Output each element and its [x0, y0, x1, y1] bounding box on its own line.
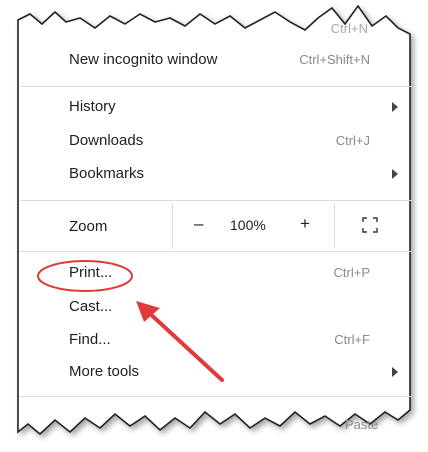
chevron-right-icon: [392, 169, 398, 179]
downloads-label: Downloads: [69, 132, 144, 149]
bookmarks-label: Bookmarks: [69, 165, 145, 182]
menu-item-history[interactable]: History: [20, 92, 412, 122]
zoom-in-button[interactable]: +: [300, 214, 310, 234]
zoom-divider: [172, 203, 173, 249]
chevron-right-icon: [392, 102, 398, 112]
print-shortcut: Ctrl+P: [333, 265, 370, 280]
downloads-shortcut: Ctrl+J: [335, 133, 370, 148]
separator: [20, 200, 412, 201]
find-label: Find...: [69, 331, 111, 348]
zoom-out-button[interactable]: –: [194, 214, 203, 234]
separator: [20, 251, 412, 252]
more-tools-label: More tools: [69, 363, 140, 380]
new-incognito-shortcut: Ctrl+Shift+N: [299, 52, 370, 67]
new-incognito-label: New incognito window: [69, 51, 218, 68]
zoom-level-value: 100%: [230, 217, 266, 233]
find-shortcut: Ctrl+F: [334, 332, 370, 347]
paste-partial-label: Paste: [345, 417, 379, 432]
menu-item-zoom: Zoom – 100% +: [20, 203, 412, 249]
cast-label: Cast...: [69, 298, 113, 315]
highlight-circle-annotation: [37, 260, 133, 292]
separator: [20, 86, 412, 87]
new-window-shortcut: Ctrl+N: [330, 21, 368, 36]
menu-item-bookmarks[interactable]: Bookmarks: [20, 159, 412, 189]
zoom-label: Zoom: [69, 218, 108, 235]
history-label: History: [69, 98, 116, 115]
menu-item-new-incognito-window[interactable]: New incognito window Ctrl+Shift+N: [20, 45, 412, 75]
fullscreen-icon[interactable]: [362, 217, 378, 233]
pointer-arrow-annotation: [136, 301, 224, 382]
screenshot-stage: Ctrl+N New incognito window Ctrl+Shift+N…: [0, 0, 428, 452]
separator: [20, 396, 412, 397]
chevron-right-icon: [392, 367, 398, 377]
menu-item-new-window-partial[interactable]: Ctrl+N: [20, 14, 412, 44]
menu-item-downloads[interactable]: Downloads Ctrl+J: [20, 126, 412, 156]
zoom-divider: [334, 203, 335, 249]
